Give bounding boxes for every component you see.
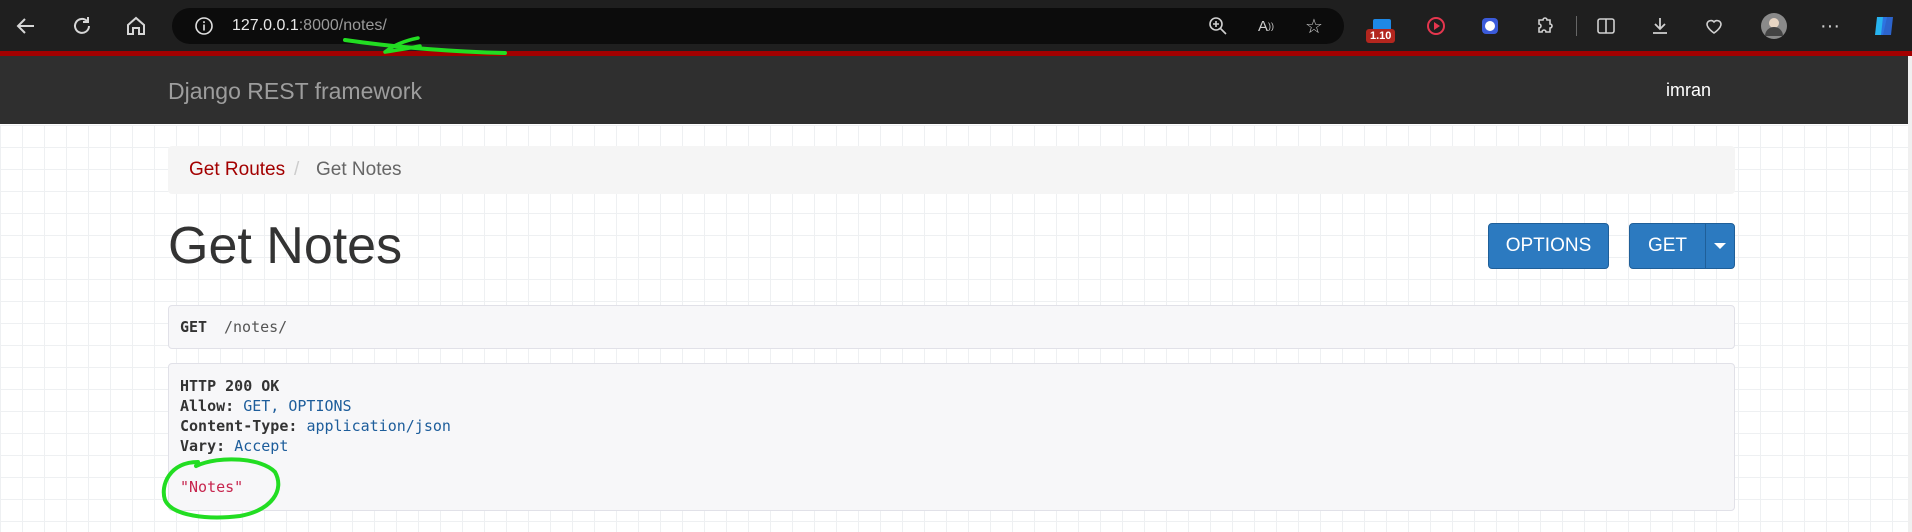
scrollbar[interactable] [1908,56,1912,532]
split-screen-icon[interactable] [1590,10,1622,42]
page-title: Get Notes [168,217,403,275]
response-header-content-type: Content-Type: application/json [180,417,451,435]
puzzle-extension-icon[interactable] [1528,10,1560,42]
home-icon[interactable] [120,10,152,42]
request-method: GET [180,318,208,336]
breadcrumb-get-notes: Get Notes [316,159,402,180]
user-menu[interactable]: imran [1666,80,1711,101]
chevron-down-icon [1714,243,1726,249]
response-header-allow: Allow: GET, OPTIONS [180,397,352,415]
response-info: HTTP 200 OK Allow: GET, OPTIONS Content-… [168,363,1735,511]
zoom-icon[interactable] [1206,14,1230,38]
browser-essentials-icon[interactable] [1698,10,1730,42]
options-button[interactable]: OPTIONS [1488,223,1609,269]
breadcrumb-get-routes[interactable]: Get Routes [189,159,285,181]
refresh-icon[interactable] [66,10,98,42]
download-icon[interactable] [1644,10,1676,42]
breadcrumb: Get Routes / Get Notes [168,146,1735,194]
drf-navbar: Django REST framework imran [0,56,1908,124]
read-aloud-icon[interactable]: A)) [1254,14,1278,38]
browser-toolbar: 127.0.0.1:8000/notes/ A)) ☆ 1.10 ··· [0,0,1912,52]
url-text[interactable]: 127.0.0.1:8000/notes/ [232,17,387,35]
brand-link[interactable]: Django REST framework [168,78,422,105]
copilot-icon[interactable] [1868,10,1900,42]
get-button[interactable]: GET [1629,223,1706,269]
request-info: GET /notes/ [168,305,1735,349]
response-body: "Notes" [180,478,244,496]
favorite-icon[interactable]: ☆ [1302,14,1326,38]
get-format-dropdown[interactable] [1705,223,1735,269]
response-status: HTTP 200 OK [180,377,280,395]
profile-avatar[interactable] [1758,10,1790,42]
vpn-extension-icon[interactable] [1474,10,1506,42]
back-icon[interactable] [10,10,42,42]
breadcrumb-separator: / [294,159,300,180]
request-path: /notes/ [224,318,288,336]
response-header-vary: Vary: Accept [180,437,289,455]
address-bar[interactable]: 127.0.0.1:8000/notes/ A)) ☆ [172,8,1344,44]
toolbar-divider [1576,16,1577,36]
media-extension-icon[interactable] [1420,10,1452,42]
info-icon[interactable] [192,14,216,38]
more-icon[interactable]: ··· [1814,10,1846,42]
extension-badge: 1.10 [1366,29,1396,43]
